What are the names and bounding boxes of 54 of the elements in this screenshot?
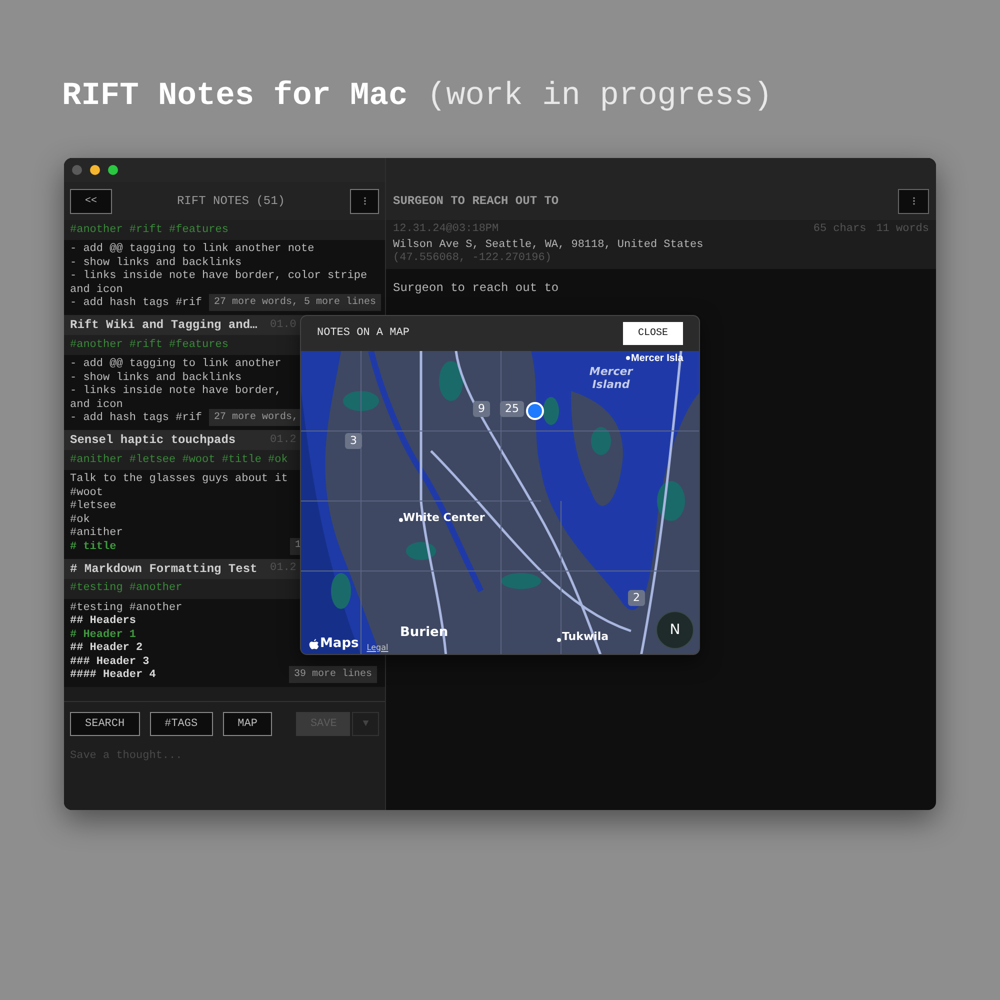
place-label: Mercer Island [588,365,634,391]
note-line: # title [70,540,116,554]
note-line: #woot [70,486,104,500]
note-line: ## Headers [70,615,136,629]
toolbar-button[interactable]: MAP [222,712,272,736]
note-line: #### Header 4 [70,669,156,684]
page-subtitle: (work in progress) [426,77,773,114]
note-line: Talk to the glasses guys about it [70,472,288,487]
cluster-pin[interactable]: 9 [473,401,490,417]
more-button[interactable] [350,188,379,214]
note-title: Sensel haptic touchpads [70,432,237,449]
note-heading: SURGEON TO REACH OUT TO [393,193,559,210]
note-preview[interactable]: - add @@ tagging to link another note - show links and backlinks - links inside note have border, color stripe and icon - add hash tags #rif 27 more words, 5 more lines [64,240,385,315]
back-button[interactable]: << [70,188,112,214]
note-line: - add @@ tagging to link another [70,358,282,372]
note-line: - show links and backlinks [70,256,242,270]
note-line: - links inside note have border, [70,385,282,399]
note-line: #anither [70,527,123,541]
note-line: - add hash tags #rif [70,412,202,426]
sidebar-title: RIFT NOTES (51) [176,193,286,210]
cluster-pin[interactable]: 3 [345,433,362,449]
page-title: RIFT Notes for Mac [62,77,408,114]
more-button[interactable] [898,188,929,214]
maps-logo: Maps [320,635,359,653]
toolbar-button[interactable]: #TAGS [150,712,213,736]
note-line: #testing #another [70,602,182,615]
note-title: # Markdown Formatting Test [70,560,258,578]
note-line: - links inside note have border, color stripe [70,270,368,284]
close-button[interactable]: CLOSE [623,322,683,345]
note-title: Rift Wiki and Tagging and… [70,316,258,334]
zoom-icon[interactable] [108,165,118,175]
note-line: # Header 1 [70,628,136,642]
note-timestamp: 12.31.24@03:18PM [393,223,499,236]
note-line: - add @@ tagging to link another note [70,243,314,257]
note-coordinates: (47.556068, -122.270196) [393,252,552,265]
cluster-pin[interactable]: 25 [500,401,524,417]
note-line: and icon [70,284,123,297]
more-badge: 27 more words, 5 more lines [209,294,382,311]
note-line: #letsee [70,500,116,514]
note-address: Wilson Ave S, Seattle, WA, 98118, United States [393,239,704,252]
note-line: and icon [70,398,123,412]
cluster-pin[interactable]: 2 [628,590,645,606]
toolbar-button[interactable]: SEARCH [70,712,140,736]
note-line: #ok [70,514,90,527]
word-count: 11 words [876,223,929,236]
apple-logo-icon [309,638,319,650]
minimize-icon[interactable] [90,165,100,175]
more-badge: 39 more lines [288,666,377,684]
note-line: - add hash tags #rif [70,297,202,311]
note-body: Surgeon to reach out to [392,280,560,297]
note-line: ## Header 2 [70,642,143,656]
note-line: ### Header 3 [70,656,150,669]
note-line: - show links and backlinks [70,372,242,385]
char-count: 65 chars [813,223,866,236]
